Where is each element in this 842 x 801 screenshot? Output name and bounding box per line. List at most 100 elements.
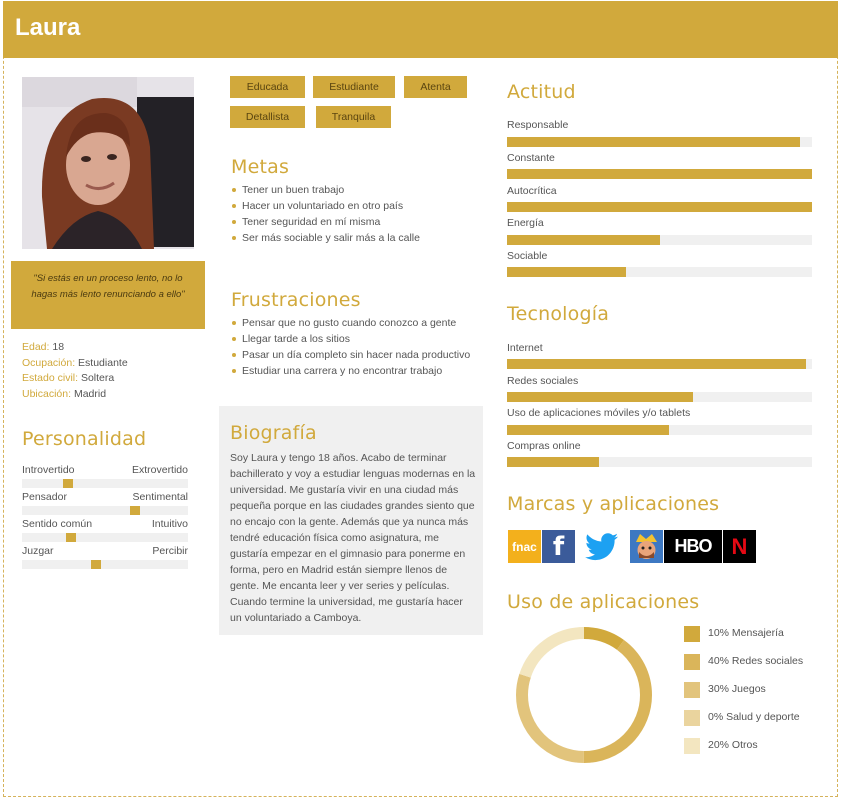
legend-label: 20% Otros [708, 739, 758, 751]
legend-swatch [684, 682, 700, 698]
persona-name: Laura [15, 14, 81, 41]
personality-title: Personalidad [22, 428, 147, 450]
fnac-logo-icon: fnac [508, 530, 541, 563]
personality-scale-track [22, 533, 188, 542]
frustration-item: Pensar que no gusto cuando conozco a gen… [231, 315, 471, 331]
brand-label: fnac [512, 539, 537, 554]
technology-bar-fill [507, 359, 806, 369]
info-value: 18 [52, 341, 65, 353]
attitude-title: Actitud [507, 81, 576, 103]
info-value: Madrid [73, 388, 107, 400]
info-occupation: Ocupación: Estudiante [22, 357, 128, 369]
attitude-bar-label: Responsable [507, 119, 569, 131]
technology-bar-label: Redes sociales [507, 375, 579, 387]
personality-scale-marker [91, 560, 101, 569]
technology-bar-label: Compras online [507, 440, 581, 452]
scale-right-label: Sentimental [132, 491, 188, 503]
info-location: Ubicación: Madrid [22, 388, 106, 400]
goals-list: Tener un buen trabajo Hacer un voluntari… [231, 182, 481, 246]
goal-item: Hacer un voluntariado en otro país [231, 198, 481, 214]
scale-right-label: Extrovertido [131, 464, 188, 476]
scale-right-label: Percibir [152, 545, 188, 557]
brand-label: HBO [674, 536, 713, 556]
persona-quote: "Si estás en un proceso lento, no lo hag… [11, 261, 205, 329]
scale-left-label: Introvertido [22, 464, 75, 476]
trait-tag: Estudiante [313, 76, 395, 98]
facebook-logo-icon: f [542, 530, 575, 563]
scale-right-label: Intuitivo [151, 518, 188, 530]
attitude-bar-track [507, 169, 812, 179]
trait-tag: Detallista [230, 106, 305, 128]
attitude-bar-fill [507, 267, 626, 277]
personality-scale-marker [63, 479, 73, 488]
hbo-logo-icon: HBO [664, 530, 722, 563]
technology-bar-label: Internet [507, 342, 543, 354]
attitude-bar-fill [507, 235, 660, 245]
trait-tag: Atenta [404, 76, 467, 98]
brand-label: N [731, 533, 748, 559]
technology-bar-fill [507, 457, 599, 467]
attitude-bar-track [507, 202, 812, 212]
app-usage-title: Uso de aplicaciones [507, 591, 700, 613]
attitude-bar-label: Autocrítica [507, 185, 557, 197]
technology-bar-fill [507, 392, 694, 402]
info-civil-status: Estado civil: Soltera [22, 372, 114, 384]
attitude-bar-track [507, 235, 812, 245]
personality-scale-track [22, 479, 188, 488]
netflix-logo-icon: N [723, 530, 756, 563]
personality-scale-marker [130, 506, 140, 515]
info-label: Ocupación: [22, 357, 76, 369]
legend-label: 0% Salud y deporte [708, 711, 800, 723]
technology-bar-track [507, 359, 812, 369]
personality-scale-marker [66, 533, 76, 542]
personality-scale-track [22, 560, 188, 569]
attitude-bar-track [507, 267, 812, 277]
technology-title: Tecnología [507, 303, 610, 325]
legend-label: 40% Redes sociales [708, 655, 804, 667]
scale-left-label: Juzgar [22, 545, 54, 557]
attitude-bar-fill [507, 169, 812, 179]
scale-left-label: Pensador [22, 491, 67, 503]
attitude-bar-label: Sociable [507, 250, 548, 262]
frustration-item: Pasar un día completo sin hacer nada pro… [231, 347, 471, 363]
legend-swatch [684, 710, 700, 726]
twitter-logo-icon [584, 530, 620, 563]
biography-panel: Biografía Soy Laura y tengo 18 años. Aca… [219, 406, 483, 635]
technology-bar-track [507, 392, 812, 402]
biography-title: Biografía [230, 422, 317, 444]
info-value: Estudiante [78, 357, 128, 369]
legend-swatch [684, 626, 700, 642]
clash-royale-logo-icon [630, 530, 663, 563]
legend-label: 10% Mensajería [708, 627, 784, 639]
frustrations-list: Pensar que no gusto cuando conozco a gen… [231, 315, 471, 379]
legend-swatch [684, 738, 700, 754]
app-usage-donut-chart [516, 627, 652, 763]
scale-left-label: Sentido común [22, 518, 93, 530]
attitude-bar-fill [507, 202, 812, 212]
info-label: Estado civil: [22, 372, 79, 384]
personality-scale-track [22, 506, 188, 515]
frustration-item: Llegar tarde a los sitios [231, 331, 471, 347]
technology-bar-label: Uso de aplicaciones móviles y/o tablets [507, 407, 691, 419]
attitude-bar-track [507, 137, 812, 147]
attitude-bar-label: Energía [507, 217, 544, 229]
frustration-item: Estudiar una carrera y no encontrar trab… [231, 363, 471, 379]
frustrations-title: Frustraciones [231, 289, 361, 311]
trait-tag: Educada [230, 76, 305, 98]
info-label: Ubicación: [22, 388, 72, 400]
technology-bar-track [507, 425, 812, 435]
info-label: Edad: [22, 341, 50, 353]
goal-item: Tener un buen trabajo [231, 182, 481, 198]
legend-label: 30% Juegos [708, 683, 766, 695]
brand-label: f [552, 531, 565, 562]
info-value: Soltera [80, 372, 115, 384]
attitude-bar-label: Constante [507, 152, 555, 164]
technology-bar-fill [507, 425, 669, 435]
biography-text: Soy Laura y tengo 18 años. Acabo de term… [230, 452, 476, 624]
technology-bar-track [507, 457, 812, 467]
goal-item: Tener seguridad en mí misma [231, 214, 481, 230]
trait-tag: Tranquila [316, 106, 391, 128]
legend-swatch [684, 654, 700, 670]
info-age: Edad: 18 [22, 341, 64, 353]
goal-item: Ser más sociable y salir más a la calle [231, 230, 481, 246]
